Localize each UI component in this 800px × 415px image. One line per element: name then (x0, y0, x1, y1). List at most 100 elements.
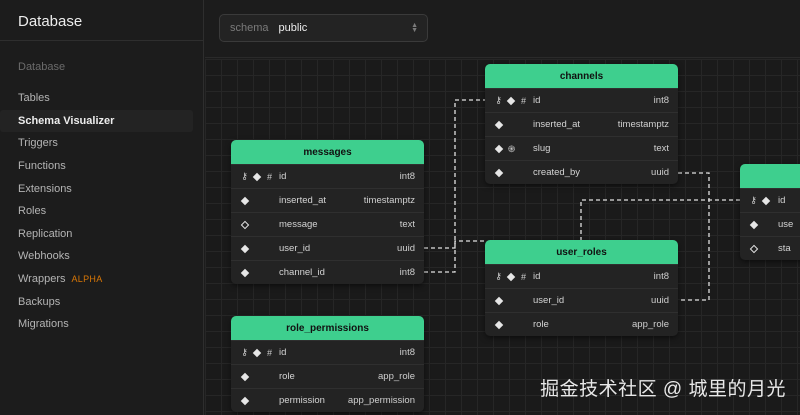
table-messages[interactable]: messages ⚷ # id int8 inserted_at timestam… (231, 140, 424, 284)
not-null-icon (240, 372, 250, 381)
not-null-icon (494, 144, 504, 153)
column-name: role (533, 319, 549, 330)
not-null-icon (240, 244, 250, 253)
key-icon: ⚷ (241, 347, 248, 357)
table-row: sta (740, 236, 800, 260)
column-name: inserted_at (533, 119, 581, 130)
table-row: inserted_at timestamptz (485, 112, 678, 136)
column-name: id (778, 195, 786, 206)
table-row: ⚷ # id int8 (231, 340, 424, 364)
not-null-icon (761, 196, 771, 205)
table-row: use (740, 212, 800, 236)
column-type: text (399, 219, 415, 230)
hash-icon: # (266, 171, 272, 182)
column-name: id (279, 171, 287, 182)
sidebar-item-schema-visualizer[interactable]: Schema Visualizer (0, 109, 193, 133)
column-type: text (653, 143, 669, 154)
sidebar-nav: Database Tables Schema Visualizer Trigge… (0, 41, 203, 336)
column-name: user_id (533, 295, 565, 306)
table-row: user_id uuid (231, 236, 424, 260)
table-row: ⚷ # id int8 (231, 164, 424, 188)
column-name: permission (279, 395, 325, 406)
table-row: message text (231, 212, 424, 236)
table-row: permission app_permission (231, 388, 424, 412)
sidebar-item-backups[interactable]: Backups (0, 290, 203, 313)
not-null-icon (506, 96, 516, 105)
nullable-icon (749, 244, 759, 253)
column-name: inserted_at (279, 195, 327, 206)
schema-select[interactable]: schema public ▲ ▼ (219, 14, 428, 42)
edge-user-roles-users (580, 199, 740, 241)
table-row: ⚷ # id int8 (485, 264, 678, 288)
key-icon: ⚷ (495, 95, 502, 105)
column-name: created_by (533, 167, 581, 178)
sidebar-item-roles[interactable]: Roles (0, 200, 203, 223)
column-name: message (279, 219, 318, 230)
table-row: user_id uuid (485, 288, 678, 312)
table-row: ⚷ # id int8 (485, 88, 678, 112)
column-type: int8 (399, 171, 415, 182)
sidebar-item-webhooks[interactable]: Webhooks (0, 245, 203, 268)
not-null-icon (749, 220, 759, 229)
hash-icon: # (266, 347, 272, 358)
column-name: id (279, 347, 287, 358)
column-type: int8 (653, 271, 669, 282)
table-users[interactable]: ⚷ id use sta (740, 164, 800, 260)
column-type: timestamptz (617, 119, 669, 130)
column-type: app_role (378, 371, 415, 382)
column-type: int8 (653, 95, 669, 106)
column-name: channel_id (279, 267, 325, 278)
table-channels[interactable]: channels ⚷ # id int8 inserted_at timestam… (485, 64, 678, 184)
sidebar-item-replication[interactable]: Replication (0, 223, 203, 246)
sidebar-title: Database (0, 0, 203, 41)
sidebar-item-label: Wrappers (18, 273, 66, 286)
chevron-updown-icon: ▲ ▼ (411, 22, 418, 34)
hash-icon: # (520, 271, 526, 282)
not-null-icon (494, 296, 504, 305)
column-name: slug (533, 143, 551, 154)
column-name: use (778, 219, 794, 230)
sidebar-item-tables[interactable]: Tables (0, 87, 203, 110)
schema-select-value: public (278, 22, 308, 34)
column-name: id (533, 95, 541, 106)
table-title: role_permissions (231, 316, 424, 340)
table-row: channel_id int8 (231, 260, 424, 284)
table-row: ֍ slug text (485, 136, 678, 160)
column-type: app_role (632, 319, 669, 330)
sidebar: Database Database Tables Schema Visualiz… (0, 0, 204, 415)
table-role-permissions[interactable]: role_permissions ⚷ # id int8 role app_rol… (231, 316, 424, 412)
column-name: user_id (279, 243, 311, 254)
table-row: role app_role (485, 312, 678, 336)
column-type: uuid (651, 167, 669, 178)
table-row: created_by uuid (485, 160, 678, 184)
edge-channels-created-by (678, 172, 710, 301)
section-label: Database (18, 61, 66, 73)
key-icon: ⚷ (241, 171, 248, 181)
sidebar-item-triggers[interactable]: Triggers (0, 132, 203, 155)
not-null-icon (494, 320, 504, 329)
not-null-icon (494, 168, 504, 177)
hash-icon: # (520, 95, 526, 106)
sidebar-item-wrappers[interactable]: Wrappers ALPHA (0, 268, 203, 291)
watermark: 掘金技术社区 @ 城里的月光 (540, 379, 786, 400)
schema-canvas[interactable]: messages ⚷ # id int8 inserted_at timestam… (205, 59, 800, 415)
column-name: sta (778, 243, 791, 254)
not-null-icon (252, 348, 262, 357)
table-title (740, 164, 800, 188)
sidebar-item-extensions[interactable]: Extensions (0, 177, 203, 200)
column-type: app_permission (347, 395, 415, 406)
column-name: role (279, 371, 295, 382)
column-type: int8 (399, 267, 415, 278)
not-null-icon (240, 268, 250, 277)
table-user-roles[interactable]: user_roles ⚷ # id int8 user_id uuid role … (485, 240, 678, 336)
unique-icon: ֍ (507, 144, 516, 154)
key-icon: ⚷ (750, 195, 757, 205)
not-null-icon (506, 272, 516, 281)
sidebar-item-migrations[interactable]: Migrations (0, 313, 203, 336)
column-type: uuid (651, 295, 669, 306)
not-null-icon (252, 172, 262, 181)
sidebar-item-functions[interactable]: Functions (0, 155, 203, 178)
toolbar: schema public ▲ ▼ (205, 0, 800, 58)
column-type: int8 (399, 347, 415, 358)
table-row: role app_role (231, 364, 424, 388)
